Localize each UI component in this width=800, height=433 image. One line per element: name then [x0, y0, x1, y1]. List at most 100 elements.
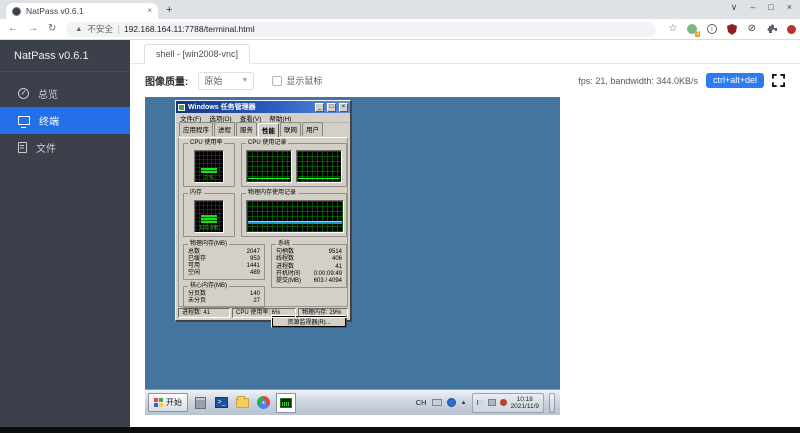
shield-extension-icon[interactable] [726, 23, 737, 35]
show-cursor-checkbox[interactable]: 显示鼠标 [272, 74, 322, 87]
tab-networking[interactable]: 联网 [280, 122, 301, 136]
red-circle-icon [787, 24, 797, 34]
server-manager-icon[interactable] [192, 394, 209, 411]
explorer-folder-icon[interactable] [234, 394, 251, 411]
stat-row: 未分页 27 [188, 298, 260, 304]
browser-addressbar: ← → ↻ ▲ 不安全 192.168.164.11:7788/terminal… [0, 19, 800, 40]
menu-options[interactable]: 选项(O) [209, 113, 231, 123]
cpu-gauge-group: CPU 使用率 2 % [183, 140, 235, 187]
volume-icon[interactable] [499, 399, 507, 406]
taskmgr-tabs: 应用程序 进程 服务 性能 联网 用户 [176, 122, 350, 137]
taskmgr-minimize-button[interactable]: _ [315, 102, 324, 112]
tab-performance[interactable]: 性能 [258, 123, 279, 137]
cpu-history-title: CPU 使用记录 [246, 140, 289, 147]
reload-icon[interactable]: ↻ [48, 24, 56, 34]
cpu-line [298, 178, 340, 179]
url-bar[interactable]: ▲ 不安全 192.168.164.11:7788/terminal.html [66, 21, 657, 37]
tab-applications[interactable]: 应用程序 [179, 122, 213, 136]
fullscreen-icon[interactable] [772, 74, 785, 87]
url-text: 192.168.164.11:7788/terminal.html [123, 24, 255, 34]
cpu-gauge-title: CPU 使用率 [188, 140, 225, 147]
extension-row: ☆ 2 i ⊘ ⋮ [668, 23, 800, 37]
server-icon [195, 396, 206, 409]
tray-app-icon[interactable] [446, 398, 456, 407]
memory-gauge: 600 MB [194, 200, 224, 233]
info-icon: i [706, 24, 717, 34]
maximize-icon[interactable]: □ [768, 3, 773, 12]
tab-processes[interactable]: 进程 [214, 122, 235, 136]
stat-row: 进程数 41 [276, 263, 342, 270]
forward-icon[interactable]: → [28, 24, 38, 34]
red-extension-icon[interactable] [786, 24, 797, 35]
stat-row: 提交(MB) 603 / 4094 [276, 278, 342, 284]
network-icon[interactable] [487, 399, 496, 406]
tab-close-icon[interactable]: × [147, 7, 152, 15]
overview-icon [18, 88, 29, 99]
sidebar-item-files[interactable]: 文件 [0, 134, 130, 161]
extension-icon-green[interactable]: 2 [686, 24, 701, 37]
info-extension-icon[interactable]: i [706, 24, 717, 35]
physical-memory-group: 物理内存(MB) 总数 2047 已缓存 953 可用 1441 空闲 489 [183, 241, 265, 280]
taskmgr-statusbar: 进程数: 41 CPU 使用率: 6% 物理内存: 29% [178, 308, 348, 318]
new-tab-button[interactable]: + [166, 5, 172, 16]
kernel-memory-title: 核心内存(MB) [188, 283, 229, 290]
tray-clock[interactable]: 10:18 2021/11/9 [511, 396, 539, 410]
taskmgr-window-icon [178, 103, 185, 111]
checkbox-icon[interactable] [272, 75, 283, 86]
blocker-extension-icon[interactable]: ⊘ [746, 24, 757, 35]
show-cursor-label: 显示鼠标 [286, 76, 323, 86]
memory-history-group: 物理内存使用记录 [241, 190, 347, 237]
sidebar-item-overview[interactable]: 总览 [0, 80, 130, 107]
browser-tabstrip: NatPass v0.6.1 × + ∨ – □ × [0, 0, 800, 19]
cpu-gauge-value: 2 % [204, 175, 214, 181]
taskmgr-titlebar[interactable]: Windows 任务管理器 _ □ × [176, 101, 350, 113]
task-manager-window[interactable]: Windows 任务管理器 _ □ × 文件(F) 选项(O) 查看(V) 帮助… [175, 100, 351, 328]
folder-icon [236, 395, 249, 408]
start-button[interactable]: 开始 [148, 393, 188, 412]
vnc-screen[interactable]: Windows 任务管理器 _ □ × 文件(F) 选项(O) 查看(V) 帮助… [145, 97, 560, 415]
quality-select[interactable]: 原始 ▼ [198, 71, 255, 90]
tab-services[interactable]: 服务 [236, 122, 257, 136]
toolbar-right: fps: 21, bandwidth: 344.0KB/s ctrl+alt+d… [578, 73, 785, 88]
browser-tab[interactable]: NatPass v0.6.1 × [6, 3, 158, 19]
memory-led-bar [201, 215, 217, 223]
stat-row: 开机时间 0:00:09:49 [276, 270, 342, 277]
stat-row: 线程数 406 [276, 256, 342, 263]
browser-tab-title: NatPass v0.6.1 [26, 6, 84, 16]
menu-file[interactable]: 文件(F) [180, 113, 201, 123]
system-tray: CH ▲ 10:18 2021/11/9 [416, 392, 557, 413]
session-tab[interactable]: shell - [win2008-vnc] [144, 44, 251, 64]
action-center-flag-icon[interactable] [476, 400, 484, 405]
tab-users[interactable]: 用户 [302, 122, 323, 136]
back-icon[interactable]: ← [8, 24, 18, 34]
chevron-down-icon[interactable]: ∨ [731, 3, 738, 12]
taskmgr-taskbar-button[interactable] [276, 392, 296, 413]
taskmgr-performance-panel: CPU 使用率 2 % CPU 使用记录 内存 600 MB 物理内存使用记录 … [178, 137, 348, 328]
show-desktop-button[interactable] [549, 392, 555, 413]
menu-help[interactable]: 帮助(H) [269, 113, 291, 123]
close-icon[interactable]: × [787, 3, 792, 12]
taskmgr-maximize-button[interactable]: □ [327, 102, 336, 112]
tray-notification-area: 10:18 2021/11/9 [471, 392, 544, 413]
ctrl-alt-del-button[interactable]: ctrl+alt+del [705, 73, 764, 88]
powershell-icon[interactable]: >_ [213, 394, 230, 411]
physical-memory-title: 物理内存(MB) [188, 241, 229, 248]
session-toolbar: 图像质量: 原始 ▼ 显示鼠标 fps: 21, bandwidth: 344.… [130, 64, 800, 97]
app-title: NatPass v0.6.1 [0, 40, 130, 72]
chrome-logo-icon [257, 396, 270, 409]
sidebar-item-terminal[interactable]: 终端 [0, 107, 130, 134]
taskmgr-close-button[interactable]: × [339, 102, 348, 112]
keyboard-icon[interactable] [431, 399, 442, 406]
chrome-icon[interactable] [255, 394, 272, 411]
shield-icon [726, 23, 737, 35]
host-taskbar-strip [0, 427, 800, 433]
puzzle-icon [767, 24, 778, 33]
bookmark-star-icon[interactable]: ☆ [668, 24, 677, 34]
language-indicator[interactable]: CH [416, 398, 427, 407]
minimize-icon[interactable]: – [750, 3, 755, 12]
powershell-glyph: >_ [215, 397, 228, 408]
tray-expand-icon[interactable]: ▲ [461, 400, 467, 406]
puzzle-extensions-icon[interactable] [766, 24, 778, 35]
quality-value: 原始 [204, 76, 223, 86]
menu-view[interactable]: 查看(V) [240, 113, 262, 123]
